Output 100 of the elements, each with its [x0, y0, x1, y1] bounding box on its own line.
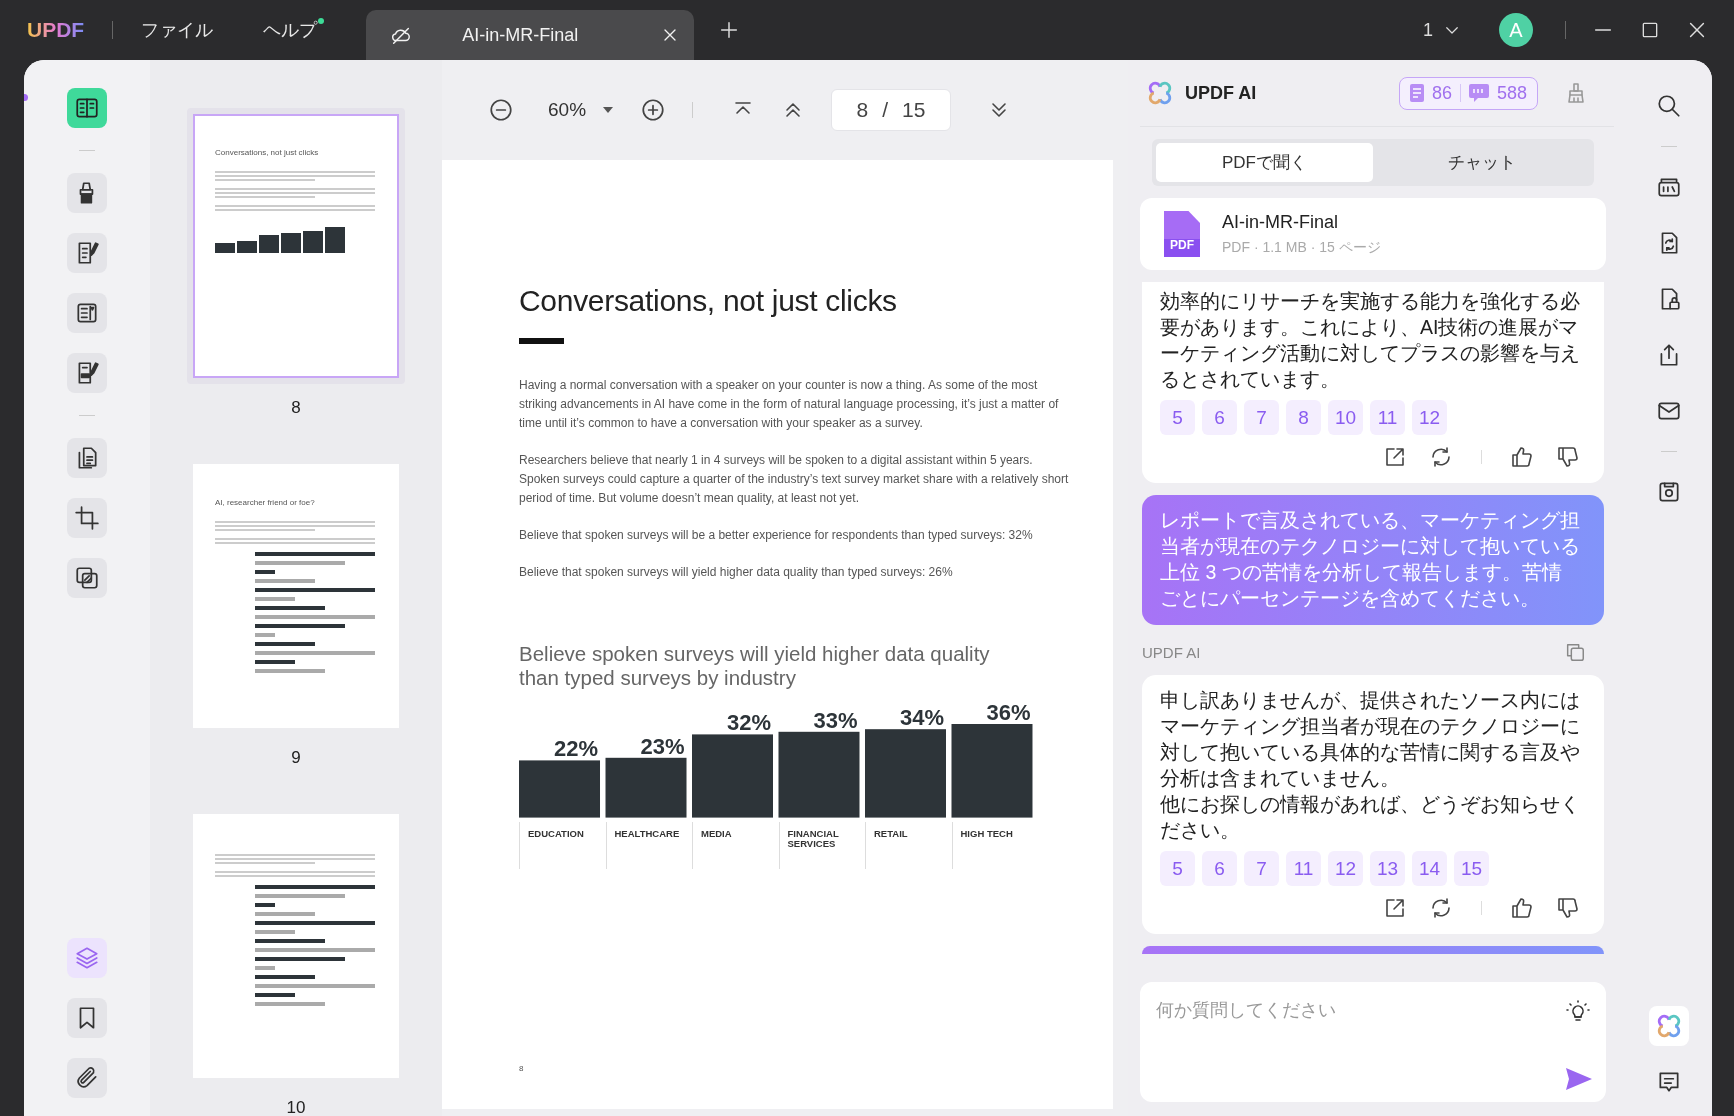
data-label: 32% [727, 710, 771, 736]
answer-text: 効率的にリサーチを実施する能力を強化する必要があります。これにより、AI技術の進展がマーケティング活動に対してプラスの影響を与えるとされています。 [1160, 289, 1580, 392]
lightbulb-icon [1566, 1000, 1590, 1024]
page-reference-link[interactable]: 5 [1160, 851, 1195, 886]
page-reference-link[interactable]: 8 [1286, 400, 1321, 435]
tool-button[interactable] [67, 1058, 107, 1098]
window-selector[interactable]: 1 [1417, 18, 1467, 42]
tab-title: AI-in-MR-Final [462, 24, 580, 46]
layers-icon [74, 945, 100, 971]
tool-button[interactable] [67, 353, 107, 393]
like-button[interactable] [1510, 445, 1534, 469]
answer-text: 申し訳ありませんが、提供されたソース内にはマーケティング担当者が現在のテクノロジーに対して抱いている具体的な苦情に関する言及や分析は含まれていません。 [1160, 688, 1580, 791]
zoom-in-icon [640, 97, 667, 123]
page-number: 10 [286, 1098, 306, 1116]
send-button[interactable] [1566, 1068, 1592, 1090]
like-button[interactable] [1510, 896, 1534, 920]
category-label: MEDIA [692, 821, 773, 869]
page-number: 8 [291, 398, 301, 418]
data-label: 34% [900, 705, 944, 731]
crop-icon [74, 505, 100, 531]
form-icon [74, 300, 100, 326]
file-name: AI-in-MR-Final [1222, 211, 1339, 233]
thumbs-down-icon [1556, 445, 1580, 469]
body-paragraph: Researchers believe that nearly 1 in 4 surveys will be spoken to a digital assistant within 5 years. Spoken surveys could capture a quarter of the industry’s text survey market share with a relatively short period of time. But volume doesn’t mean quality, at least not yet. [519, 452, 1070, 507]
tool-button[interactable] [67, 558, 107, 598]
maximize-icon[interactable] [1640, 20, 1660, 40]
open-button[interactable] [1383, 896, 1407, 920]
tool-button[interactable] [67, 438, 107, 478]
external-link-icon [1383, 896, 1407, 920]
mode-tab[interactable]: チャット [1373, 143, 1590, 182]
page-thumbnail[interactable] [193, 814, 399, 1078]
page-reference-link[interactable]: 11 [1370, 400, 1405, 435]
tool-button[interactable] [67, 998, 107, 1038]
question-input[interactable]: 何か質問してください [1140, 982, 1606, 1102]
body-paragraph: Believe that spoken surveys will yield higher data quality than typed surveys: 26% [519, 564, 954, 581]
tool-button[interactable] [67, 233, 107, 273]
page-reference-link[interactable]: 11 [1286, 851, 1321, 886]
page-heading: Conversations, not just clicks [519, 284, 898, 318]
category-label: HEALTHCARE [605, 821, 687, 869]
pdf-file-icon: PDF [1164, 211, 1200, 257]
page-thumbnail[interactable]: AI, researcher friend or foe? [193, 464, 399, 728]
tool-button[interactable] [67, 173, 107, 213]
reader-icon [74, 95, 100, 121]
message-quota: 588 [1496, 82, 1527, 104]
zoom-level[interactable]: 60% [548, 99, 587, 121]
tool-button[interactable] [67, 498, 107, 538]
thumbs-down-icon [1556, 896, 1580, 920]
copy-icon[interactable] [1564, 641, 1586, 663]
refresh-icon [1429, 896, 1453, 920]
send-icon [1566, 1068, 1592, 1090]
body-paragraph: Believe that spoken surveys will be a better experience for respondents than typed surveys: 32% [519, 527, 1034, 544]
search-icon [1656, 93, 1682, 119]
category-label: HIGH TECH [951, 821, 1033, 869]
page-reference-link[interactable]: 13 [1370, 851, 1405, 886]
category-label: RETAIL [865, 821, 946, 869]
page-reference-link[interactable]: 12 [1412, 400, 1447, 435]
thumbs-up-icon [1510, 896, 1534, 920]
zoom-out-button[interactable] [488, 97, 514, 123]
category-label: EDUCATION [519, 821, 600, 869]
dislike-button[interactable] [1556, 445, 1580, 469]
tool-button[interactable] [67, 293, 107, 333]
overlapping-pages-icon [74, 565, 100, 591]
page-quota: 86 [1431, 82, 1452, 104]
page-reference-link[interactable]: 5 [1160, 400, 1195, 435]
file-info: PDF · 1.1 MB · 15 ページ [1222, 238, 1381, 257]
zoom-in-button[interactable] [640, 97, 667, 123]
dislike-button[interactable] [1556, 896, 1580, 920]
answer-text: 他にお探しの情報があれば、どうぞお知らせください。 [1160, 792, 1580, 843]
page-reference-link[interactable]: 12 [1328, 851, 1363, 886]
regenerate-button[interactable] [1429, 445, 1453, 469]
page-thumbnail[interactable]: Conversations, not just clicks [193, 114, 399, 378]
tool-button[interactable] [67, 88, 107, 128]
page-reference-link[interactable]: 6 [1202, 851, 1237, 886]
page-reference-link[interactable]: 7 [1244, 851, 1279, 886]
data-label: 33% [813, 707, 858, 733]
mode-tab[interactable]: PDFで聞く [1156, 143, 1373, 182]
page-reference-link[interactable]: 7 [1244, 400, 1279, 435]
sender-label: UPDF AI [1142, 643, 1201, 661]
caret-icon [602, 106, 615, 114]
regenerate-button[interactable] [1429, 896, 1453, 920]
thumbnail-title: Conversations, not just clicks [215, 148, 320, 157]
page-reference-link[interactable]: 15 [1454, 851, 1489, 886]
menu-item[interactable]: ヘルプ [263, 18, 325, 42]
question-text: レポートで言及されている、マーケティング担当者が現在のテクノロジーに対して抱いている上位 3 つの苦情を分析して報告します。苦情ごとにパーセンテージを含めてください。 [1160, 508, 1580, 611]
thumbs-up-icon [1510, 445, 1534, 469]
document-tab[interactable]: AI-in-MR-Final [366, 10, 695, 60]
data-label: 22% [554, 736, 598, 762]
zoom-dropdown[interactable] [602, 106, 615, 114]
page-reference-link[interactable]: 10 [1328, 400, 1363, 435]
open-button[interactable] [1383, 445, 1407, 469]
page-field[interactable]: 8 / 15 [831, 89, 952, 131]
refresh-icon [1429, 445, 1453, 469]
page-reference-link[interactable]: 6 [1202, 400, 1237, 435]
menu-item[interactable]: ファイル [141, 18, 214, 42]
data-label: 23% [640, 733, 685, 759]
page-number: 8 [519, 1064, 525, 1073]
page-number: 9 [291, 748, 301, 768]
page-reference-link[interactable]: 14 [1412, 851, 1447, 886]
quota-badge[interactable]: 86 588 [1398, 76, 1538, 110]
body-paragraph: Having a normal conversation with a speaker on your counter is now a thing. As some of the most striking advancements in AI have come in the form of natural language processing, it’s just a matter of time until it’s common to have a conversation with your speaker as a survey. [519, 377, 1060, 432]
